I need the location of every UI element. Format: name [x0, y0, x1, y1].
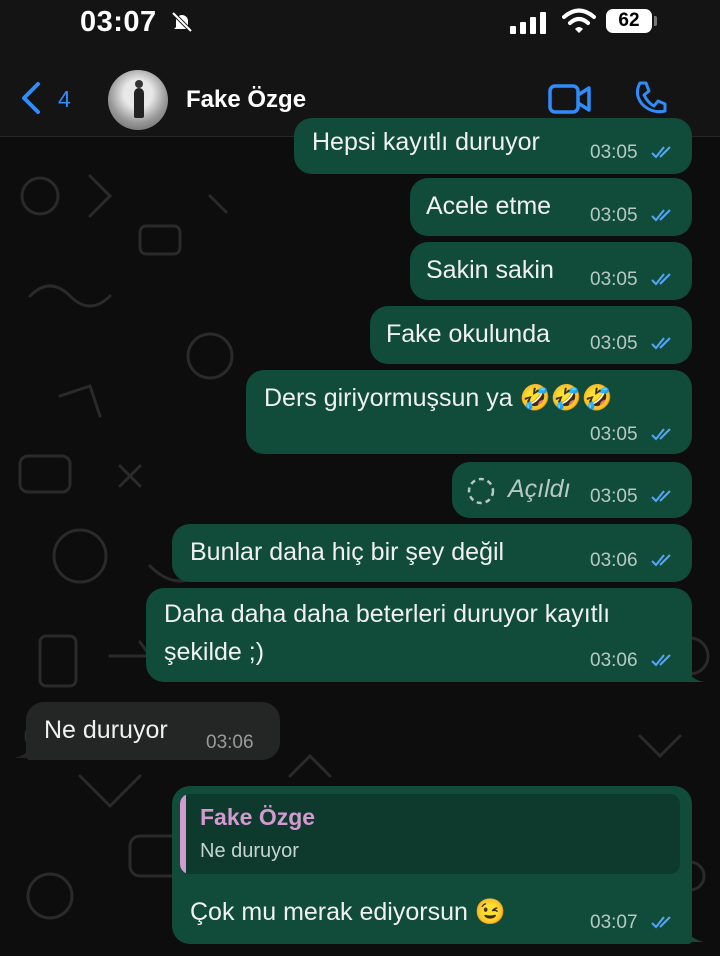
message-text: Sakin sakin: [426, 256, 554, 284]
message-bubble-outgoing[interactable]: Acele etme 03:05: [410, 178, 692, 236]
message-time: 03:05: [590, 424, 638, 445]
read-receipt-icon: [651, 654, 671, 667]
message-text: Acele etme: [426, 192, 552, 220]
read-receipt-icon: [651, 273, 671, 286]
view-once-icon: [467, 477, 495, 505]
view-once-label: Açıldı: [508, 475, 571, 503]
read-receipt-icon: [651, 146, 671, 159]
message-text: Çok mu merak ediyorsun 😉: [190, 898, 506, 927]
quote-accent-bar: [180, 794, 186, 874]
avatar-figure-body: [134, 88, 144, 118]
message-bubble-outgoing[interactable]: Fake okulunda 03:05: [370, 306, 692, 364]
read-receipt-icon: [651, 916, 671, 929]
status-bar: 03:07 62: [0, 0, 720, 50]
video-call-icon[interactable]: [548, 84, 592, 114]
message-bubble-reply[interactable]: Fake Özge Ne duruyor Çok mu merak ediyor…: [172, 786, 692, 944]
message-text: Fake okulunda: [386, 320, 551, 348]
message-bubble-outgoing[interactable]: Hepsi kayıtlı duruyor 03:05: [294, 118, 692, 174]
message-time: 03:06: [590, 550, 638, 571]
message-time: 03:05: [590, 333, 638, 354]
contact-name[interactable]: Fake Özge: [186, 86, 306, 114]
message-bubble-incoming[interactable]: Ne duruyor 03:06: [26, 702, 280, 760]
bubble-tail: [684, 928, 704, 942]
battery-tip: [654, 16, 657, 26]
wifi-icon: [562, 8, 596, 33]
bubble-tail: [14, 744, 34, 758]
message-bubble-outgoing[interactable]: Daha daha daha beterleri duruyor kayıtlı…: [146, 588, 692, 682]
message-text-body: Çok mu merak ediyorsun: [190, 898, 468, 926]
message-text: Ders giriyormuşsun ya 🤣🤣🤣: [264, 384, 613, 413]
message-time: 03:05: [590, 486, 638, 507]
message-bubble-outgoing[interactable]: Sakin sakin 03:05: [410, 242, 692, 300]
message-time: 03:07: [590, 912, 638, 933]
message-text: Bunlar daha hiç bir şey değil: [190, 538, 505, 566]
message-bubble-outgoing[interactable]: Ders giriyormuşsun ya 🤣🤣🤣 03:05: [246, 370, 692, 454]
message-time: 03:05: [590, 142, 638, 163]
contact-avatar[interactable]: [108, 70, 168, 130]
battery-indicator: 62: [606, 9, 652, 33]
avatar-figure-head: [135, 80, 143, 88]
message-text: Ne duruyor: [44, 716, 168, 744]
cell-signal-icon: [510, 12, 546, 34]
read-receipt-icon: [651, 337, 671, 350]
message-text-body: Ders giriyormuşsun ya: [264, 384, 513, 412]
back-chevron-icon[interactable]: [18, 82, 42, 114]
message-bubble-outgoing[interactable]: Bunlar daha hiç bir şey değil 03:06: [172, 524, 692, 582]
laughing-emoji: 🤣🤣🤣: [519, 384, 614, 412]
read-receipt-icon: [651, 209, 671, 222]
read-receipt-icon: [651, 554, 671, 567]
quoted-message-text: Ne duruyor: [200, 840, 299, 862]
message-time: 03:06: [590, 650, 638, 671]
message-time: 03:06: [206, 732, 254, 753]
read-receipt-icon: [651, 428, 671, 441]
message-bubble-view-once[interactable]: Açıldı 03:05: [452, 462, 692, 518]
message-text-line2: şekilde ;): [164, 638, 265, 666]
message-time: 03:05: [590, 205, 638, 226]
back-unread-count[interactable]: 4: [58, 86, 71, 113]
message-text: Hepsi kayıtlı duruyor: [312, 128, 540, 156]
quoted-sender-name: Fake Özge: [200, 804, 316, 830]
voice-call-icon[interactable]: [632, 80, 668, 116]
message-text-line1: Daha daha daha beterleri duruyor kayıtlı: [164, 600, 611, 628]
status-time: 03:07: [80, 6, 157, 38]
quoted-message[interactable]: Fake Özge Ne duruyor: [180, 794, 680, 874]
message-time: 03:05: [590, 269, 638, 290]
bubble-tail: [684, 668, 704, 682]
winking-emoji: 😉: [474, 898, 506, 926]
read-receipt-icon: [651, 490, 671, 503]
silent-bell-icon: [171, 11, 193, 33]
